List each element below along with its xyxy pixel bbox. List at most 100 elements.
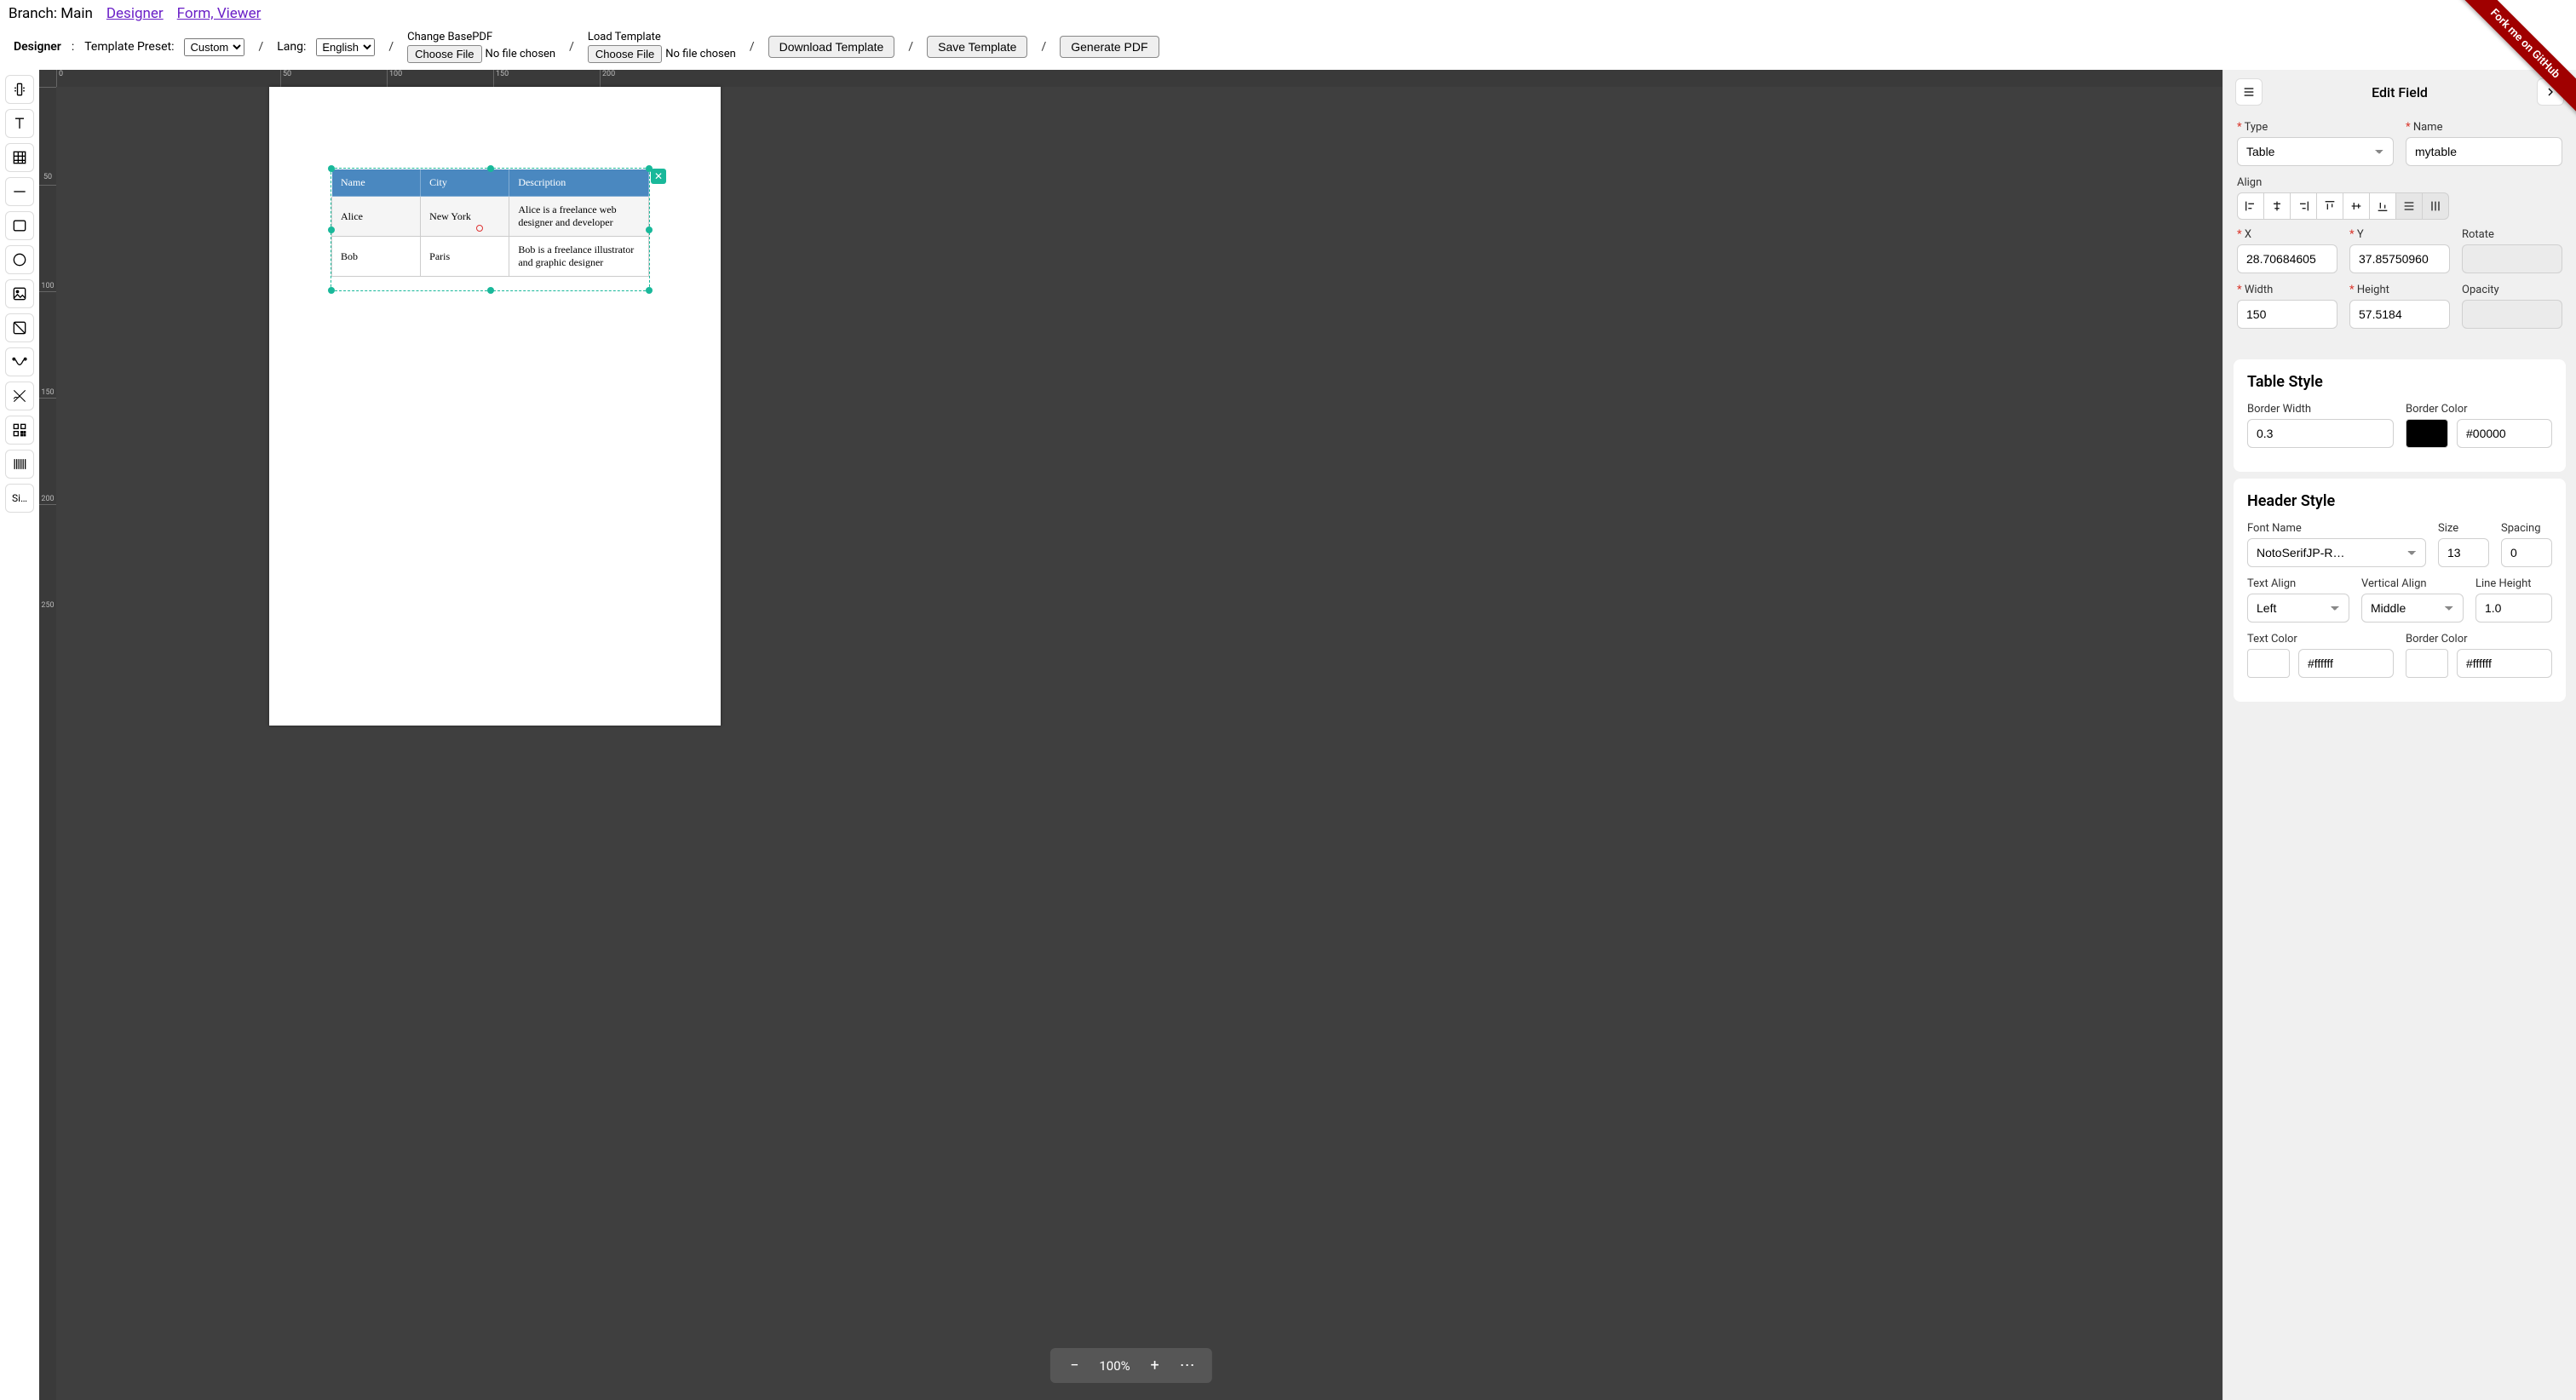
text-tool-icon[interactable] [5, 109, 34, 138]
ruler-corner [39, 70, 56, 87]
separator: / [385, 40, 397, 54]
separator: / [1038, 40, 1049, 54]
width-input[interactable] [2237, 300, 2337, 329]
x-input[interactable] [2237, 244, 2337, 273]
separator: / [566, 40, 578, 54]
form-viewer-link[interactable]: Form, Viewer [177, 5, 262, 22]
svg-tool-icon[interactable] [5, 347, 34, 376]
align-center-h-icon[interactable] [2263, 192, 2291, 220]
border-color-chip[interactable] [2406, 419, 2448, 448]
border-width-input[interactable] [2247, 419, 2394, 448]
ruler-tick: 0 [56, 70, 280, 87]
designer-link[interactable]: Designer [106, 5, 164, 22]
separator: / [746, 40, 758, 54]
change-basepdf-label: Change BasePDF [407, 31, 492, 43]
hs-border-color-label: Border Color [2406, 633, 2552, 645]
vertical-align-label: Vertical Align [2361, 577, 2464, 590]
opacity-input [2462, 300, 2562, 329]
align-left-icon[interactable] [2237, 192, 2264, 220]
no-file-text: No file chosen [665, 48, 736, 60]
ruler-tick: 150 [39, 291, 56, 398]
align-right-icon[interactable] [2290, 192, 2317, 220]
name-input[interactable] [2406, 137, 2562, 166]
image-tool-icon[interactable] [5, 279, 34, 308]
table-header: Description [509, 169, 649, 197]
resize-handle[interactable] [646, 287, 653, 294]
barcode-tool-icon[interactable] [5, 450, 34, 479]
border-color-input[interactable] [2457, 419, 2552, 448]
lang-select[interactable]: English [316, 38, 375, 56]
line-height-label: Line Height [2475, 577, 2552, 590]
align-center-v-icon[interactable] [2343, 192, 2370, 220]
resize-handle[interactable] [328, 165, 335, 172]
table-element[interactable]: Name City Description Alice New York Ali… [331, 169, 649, 277]
table-cell: Alice is a freelance web designer and de… [509, 197, 649, 237]
template-preset-label: Template Preset: [84, 40, 174, 54]
spacing-input[interactable] [2501, 538, 2552, 567]
type-select[interactable]: Table [2237, 137, 2394, 166]
download-template-button[interactable]: Download Template [768, 36, 895, 58]
selected-element[interactable]: Name City Description Alice New York Ali… [331, 168, 650, 291]
text-color-label: Text Color [2247, 633, 2394, 645]
y-label: Y [2349, 228, 2450, 241]
panel-menu-button[interactable] [2235, 78, 2263, 106]
align-bottom-icon[interactable] [2369, 192, 2396, 220]
more-tool-icon[interactable]: Si… [5, 484, 34, 513]
tool-rail: Si… [0, 70, 39, 1400]
hs-border-color-input[interactable] [2457, 649, 2552, 678]
resize-handle[interactable] [487, 165, 494, 172]
resize-handle[interactable] [487, 287, 494, 294]
hs-border-color-chip[interactable] [2406, 649, 2448, 678]
choose-file-button[interactable]: Choose File [588, 45, 662, 63]
canvas[interactable]: 0 50 100 150 200 50 100 150 200 250 Name [39, 70, 2222, 1400]
save-template-button[interactable]: Save Template [927, 36, 1027, 58]
height-input[interactable] [2349, 300, 2450, 329]
name-label: Name [2406, 121, 2562, 134]
size-input[interactable] [2438, 538, 2489, 567]
resize-handle[interactable] [646, 227, 653, 233]
text-color-chip[interactable] [2247, 649, 2290, 678]
change-basepdf-group: Change BasePDF Choose File No file chose… [407, 31, 555, 63]
signature-tool-icon[interactable] [5, 382, 34, 410]
distribute-h-icon[interactable] [2395, 192, 2423, 220]
template-preset-select[interactable]: Custom [184, 38, 244, 56]
zoom-out-button[interactable]: − [1067, 1357, 1082, 1374]
ruler-tick: 200 [39, 398, 56, 504]
text-align-select[interactable]: Left [2247, 594, 2349, 623]
text-color-input[interactable] [2298, 649, 2394, 678]
line-height-input[interactable] [2475, 594, 2552, 623]
header-style-title: Header Style [2247, 492, 2552, 510]
y-input[interactable] [2349, 244, 2450, 273]
spacing-label: Spacing [2501, 522, 2552, 535]
zoom-in-button[interactable]: + [1147, 1357, 1163, 1374]
vertical-align-select[interactable]: Middle [2361, 594, 2464, 623]
align-top-icon[interactable] [2316, 192, 2343, 220]
font-name-select[interactable]: NotoSerifJP-R… [2247, 538, 2426, 567]
table-row: Alice New York Alice is a freelance web … [332, 197, 649, 237]
select-tool-icon[interactable] [5, 75, 34, 104]
rectangle-tool-icon[interactable] [5, 211, 34, 240]
rotate-label: Rotate [2462, 228, 2562, 241]
designer-label: Designer [14, 40, 61, 54]
align-buttons [2237, 192, 2562, 220]
resize-handle[interactable] [328, 227, 335, 233]
table-cell: New York [421, 197, 509, 237]
image-off-tool-icon[interactable] [5, 313, 34, 342]
rotate-input [2462, 244, 2562, 273]
top-nav: Branch: Main Designer Form, Viewer [0, 0, 2576, 27]
delete-element-button[interactable]: ✕ [651, 169, 666, 184]
zoom-level: 100% [1099, 1358, 1130, 1374]
generate-pdf-button[interactable]: Generate PDF [1060, 36, 1159, 58]
zoom-more-button[interactable]: ⋯ [1180, 1357, 1195, 1374]
border-color-label: Border Color [2406, 403, 2552, 416]
pdf-page[interactable]: Name City Description Alice New York Ali… [269, 87, 721, 726]
zoom-toolbar: − 100% + ⋯ [1049, 1348, 1211, 1383]
line-tool-icon[interactable] [5, 177, 34, 206]
distribute-v-icon[interactable] [2422, 192, 2449, 220]
ruler-tick: 200 [600, 70, 706, 87]
table-tool-icon[interactable] [5, 143, 34, 172]
resize-handle[interactable] [328, 287, 335, 294]
ellipse-tool-icon[interactable] [5, 245, 34, 274]
qrcode-tool-icon[interactable] [5, 416, 34, 445]
choose-file-button[interactable]: Choose File [407, 45, 481, 63]
